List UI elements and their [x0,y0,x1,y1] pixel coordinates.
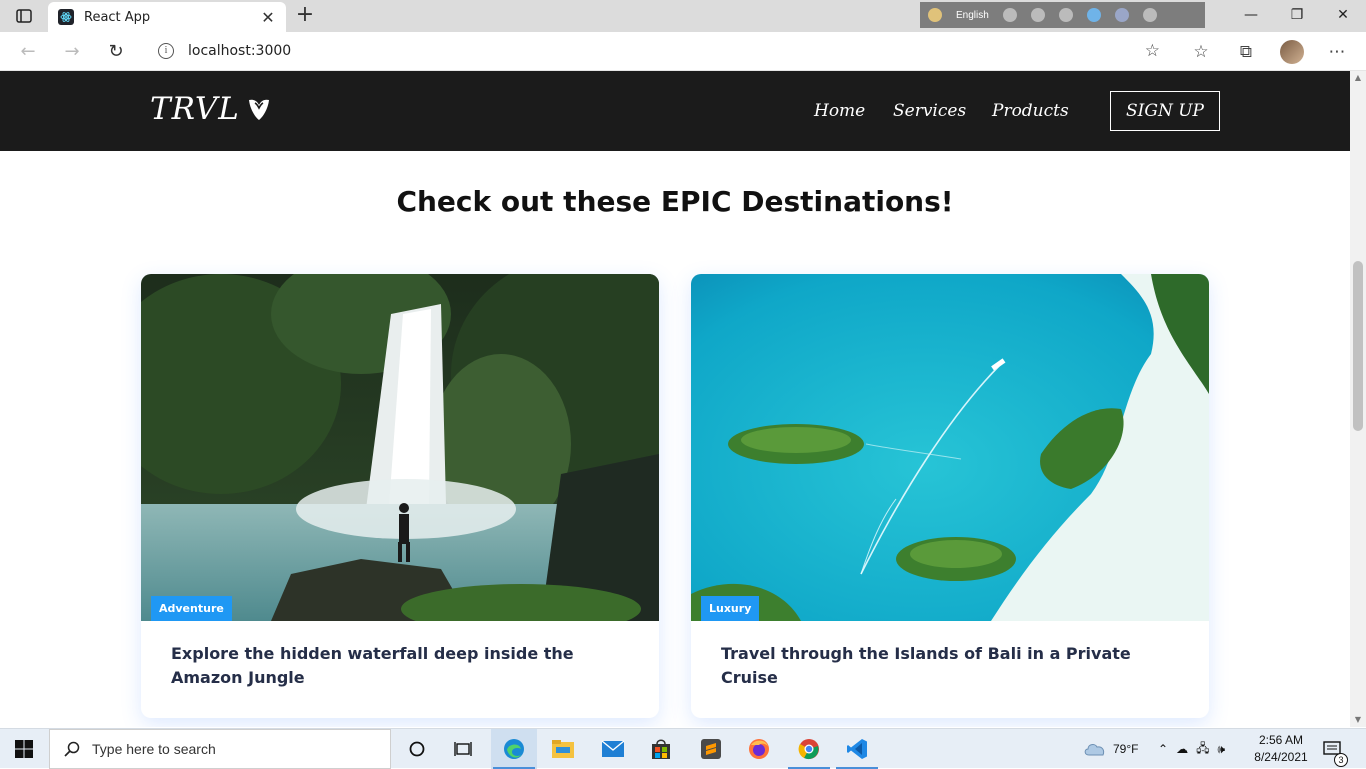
category-badge: Adventure [151,596,232,621]
nav-services[interactable]: Services [893,101,966,121]
collections-icon[interactable]: ⧉ [1235,41,1257,63]
ime-help-icon[interactable] [1114,8,1129,22]
add-favorite-icon[interactable]: ☆ [1145,41,1160,61]
forward-icon[interactable]: → [60,40,84,64]
onedrive-icon[interactable]: ☁ [1176,742,1188,756]
vscode-icon[interactable] [834,729,880,769]
scrollbar-thumb[interactable] [1353,261,1363,431]
ime-language[interactable]: English [956,10,989,21]
close-window-button[interactable]: ✕ [1320,0,1366,30]
refresh-icon[interactable]: ↻ [104,40,128,64]
page-heading: Check out these EPIC Destinations! [396,185,954,218]
site-navbar: TRVL Home Services Products SIGN UP [0,71,1350,151]
ime-settings-icon[interactable] [1058,8,1073,22]
cloud-icon [1084,744,1105,756]
react-icon [58,9,74,25]
browser-tab[interactable]: React App ✕ [48,2,286,32]
site-info-icon[interactable]: i [158,43,174,59]
cortana-icon[interactable] [394,729,440,769]
address-bar[interactable]: i localhost:3000 ☆ [144,36,1174,66]
search-icon [64,741,80,757]
ime-mode-icon[interactable] [1002,8,1017,22]
browser-tab-strip: React App ✕ + English — ❐ ✕ [0,0,1366,32]
page-scrollbar[interactable]: ▲ ▼ [1350,71,1366,727]
taskbar-search-input[interactable]: Type here to search [49,729,391,769]
favorites-icon[interactable]: ☆ [1190,41,1212,63]
nav-home[interactable]: Home [814,101,865,121]
windows-start-icon[interactable] [0,729,48,769]
ime-edge-icon[interactable] [1086,8,1101,22]
store-icon[interactable] [638,729,684,769]
logo-text: TRVL [150,91,240,127]
sublime-text-icon[interactable] [688,729,734,769]
card-text: Travel through the Islands of Bali in a … [721,644,1131,687]
browser-toolbar: ← → ↻ i localhost:3000 ☆ ☆ ⧉ ⋯ [0,32,1366,71]
chevron-up-icon[interactable]: ⌃ [1158,742,1168,756]
category-badge: Luxury [701,596,760,621]
minimize-button[interactable]: — [1228,0,1274,30]
destination-card-adventure[interactable]: Adventure Explore the hidden waterfall d… [141,274,659,718]
notification-count: 3 [1334,753,1348,767]
islands-image [691,274,1209,621]
volume-icon[interactable]: 🕪 [1217,742,1225,757]
ime-language-bar[interactable]: English [920,2,1205,28]
windows-taskbar: Type here to search 79°F ⌃ ☁ 🖧 🕪 2:56 AM [0,728,1366,769]
ime-info-icon[interactable] [1142,8,1157,22]
tab-title: React App [84,9,151,25]
edge-app-icon[interactable] [491,729,537,769]
notification-center-icon[interactable]: 3 [1322,729,1348,769]
file-explorer-icon[interactable] [540,729,586,769]
typo3-icon [248,99,269,120]
card-text: Explore the hidden waterfall deep inside… [171,644,574,687]
weather-widget[interactable]: 79°F [1083,729,1138,769]
waterfall-image [141,274,659,621]
tab-close-icon[interactable]: ✕ [260,8,276,27]
task-view-icon[interactable] [440,729,486,769]
weather-temp: 79°F [1113,742,1139,756]
nav-products[interactable]: Products [992,101,1069,121]
url-text[interactable]: localhost:3000 [188,43,1145,59]
search-placeholder: Type here to search [92,741,216,757]
web-page: TRVL Home Services Products SIGN UP Chec… [0,71,1350,727]
signup-button[interactable]: SIGN UP [1110,91,1220,131]
scroll-up-icon[interactable]: ▲ [1350,71,1366,85]
site-logo[interactable]: TRVL [150,91,272,127]
taskbar-clock[interactable]: 2:56 AM 8/24/2021 [1250,732,1312,766]
clock-date: 8/24/2021 [1254,750,1308,764]
new-tab-button[interactable]: + [294,4,316,28]
clock-time: 2:56 AM [1258,733,1304,747]
restore-button[interactable]: ❐ [1274,0,1320,30]
destination-card-luxury[interactable]: Luxury Travel through the Islands of Bal… [691,274,1209,718]
ime-tool-icon[interactable] [1030,8,1045,22]
mail-icon[interactable] [590,729,636,769]
back-icon[interactable]: ← [16,40,40,64]
system-tray: ⌃ ☁ 🖧 🕪 [1158,729,1225,769]
tab-actions-icon[interactable] [10,6,38,26]
firefox-icon[interactable] [736,729,782,769]
more-menu-icon[interactable]: ⋯ [1326,41,1348,63]
chrome-icon[interactable] [786,729,832,769]
avatar[interactable] [1280,40,1304,64]
scroll-down-icon[interactable]: ▼ [1350,713,1366,727]
ime-icon[interactable] [928,8,942,22]
network-icon[interactable]: 🖧 [1196,739,1209,760]
